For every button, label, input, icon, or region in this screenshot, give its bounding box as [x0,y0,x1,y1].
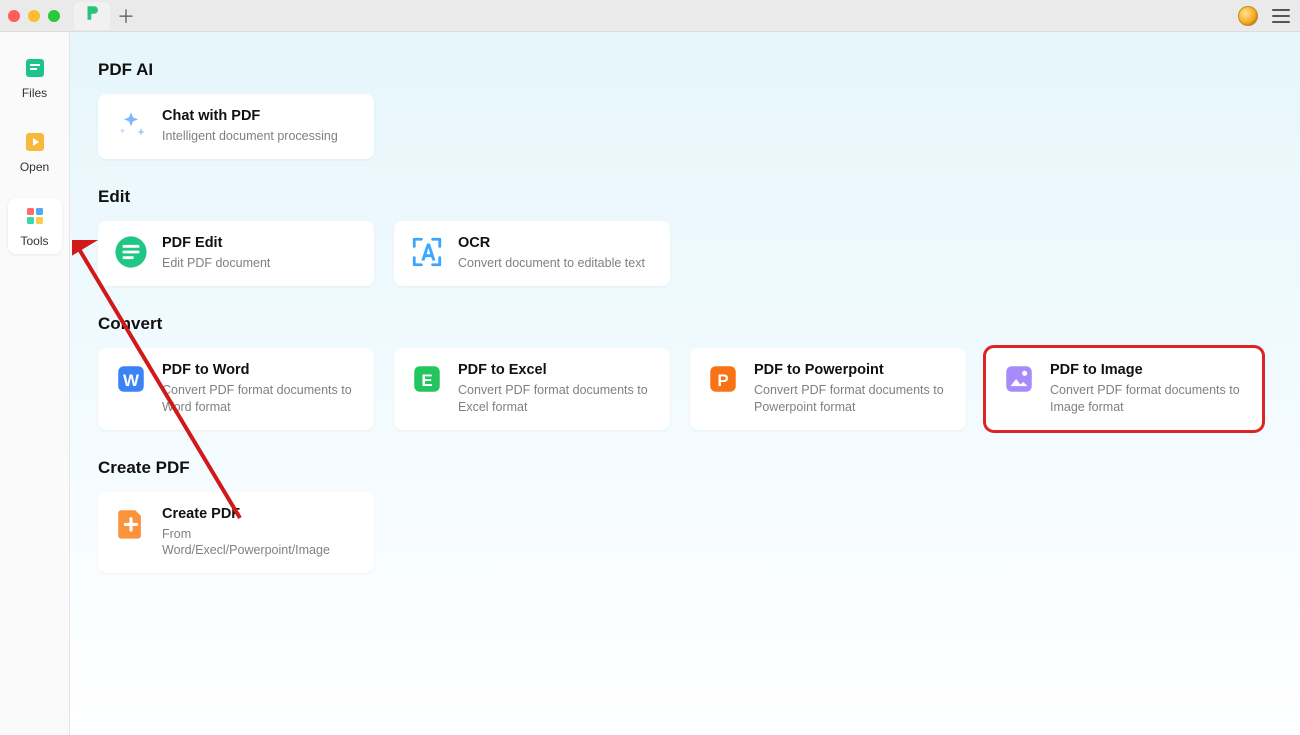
card-pdf-to-excel[interactable]: E PDF to Excel Convert PDF format docume… [394,348,670,430]
card-title: PDF to Word [162,362,358,378]
maximize-window[interactable] [48,10,60,22]
card-title: PDF to Powerpoint [754,362,950,378]
edit-icon [114,235,148,269]
card-desc: Convert PDF format documents to Word for… [162,382,358,416]
current-tab[interactable] [74,2,110,30]
word-icon: W [114,362,148,396]
create-pdf-icon [114,506,148,540]
row-edit: PDF Edit Edit PDF document OCR Convert d… [98,221,1272,286]
sidebar-item-files[interactable]: Files [8,50,62,106]
row-create: Create PDF From Word/Execl/Powerpoint/Im… [98,492,1272,574]
sparkle-icon [114,108,148,142]
card-ocr[interactable]: OCR Convert document to editable text [394,221,670,286]
minimize-window[interactable] [28,10,40,22]
sidebar-item-label: Open [20,160,49,174]
files-icon [23,56,47,80]
card-pdf-edit[interactable]: PDF Edit Edit PDF document [98,221,374,286]
card-desc: Convert PDF format documents to Powerpoi… [754,382,950,416]
card-desc: Intelligent document processing [162,128,338,145]
section-title-edit: Edit [98,187,1272,207]
titlebar-right [1238,0,1290,32]
ocr-icon [410,235,444,269]
titlebar: ＋ [0,0,1300,32]
card-create-pdf[interactable]: Create PDF From Word/Execl/Powerpoint/Im… [98,492,374,574]
main-content: PDF AI Chat with PDF Intelligent documen… [70,32,1300,735]
card-title: PDF Edit [162,235,270,251]
card-desc: Edit PDF document [162,255,270,272]
app-logo-icon [83,4,101,27]
card-title: Create PDF [162,506,358,522]
svg-text:W: W [123,371,140,390]
excel-icon: E [410,362,444,396]
user-avatar[interactable] [1238,6,1258,26]
card-desc: Convert document to editable text [458,255,645,272]
card-pdf-to-image[interactable]: PDF to Image Convert PDF format document… [986,348,1262,430]
card-title: PDF to Excel [458,362,654,378]
card-chat-with-pdf[interactable]: Chat with PDF Intelligent document proce… [98,94,374,159]
card-title: OCR [458,235,645,251]
window-controls [8,10,60,22]
sidebar: Files Open Tools [0,32,70,735]
card-title: PDF to Image [1050,362,1246,378]
image-icon [1002,362,1036,396]
tools-icon [23,204,47,228]
card-pdf-to-word[interactable]: W PDF to Word Convert PDF format documen… [98,348,374,430]
row-pdf-ai: Chat with PDF Intelligent document proce… [98,94,1272,159]
card-desc: Convert PDF format documents to Excel fo… [458,382,654,416]
close-window[interactable] [8,10,20,22]
section-title-convert: Convert [98,314,1272,334]
section-title-pdf-ai: PDF AI [98,60,1272,80]
sidebar-item-label: Tools [20,234,48,248]
section-title-create: Create PDF [98,458,1272,478]
powerpoint-icon: P [706,362,740,396]
card-title: Chat with PDF [162,108,338,124]
svg-text:P: P [717,371,728,390]
new-tab-button[interactable]: ＋ [110,2,142,30]
sidebar-item-tools[interactable]: Tools [8,198,62,254]
menu-icon[interactable] [1272,9,1290,23]
svg-text:E: E [421,371,432,390]
sidebar-item-open[interactable]: Open [8,124,62,180]
open-icon [23,130,47,154]
row-convert: W PDF to Word Convert PDF format documen… [98,348,1272,430]
card-desc: Convert PDF format documents to Image fo… [1050,382,1246,416]
sidebar-item-label: Files [22,86,47,100]
card-pdf-to-powerpoint[interactable]: P PDF to Powerpoint Convert PDF format d… [690,348,966,430]
card-desc: From Word/Execl/Powerpoint/Image [162,526,358,560]
